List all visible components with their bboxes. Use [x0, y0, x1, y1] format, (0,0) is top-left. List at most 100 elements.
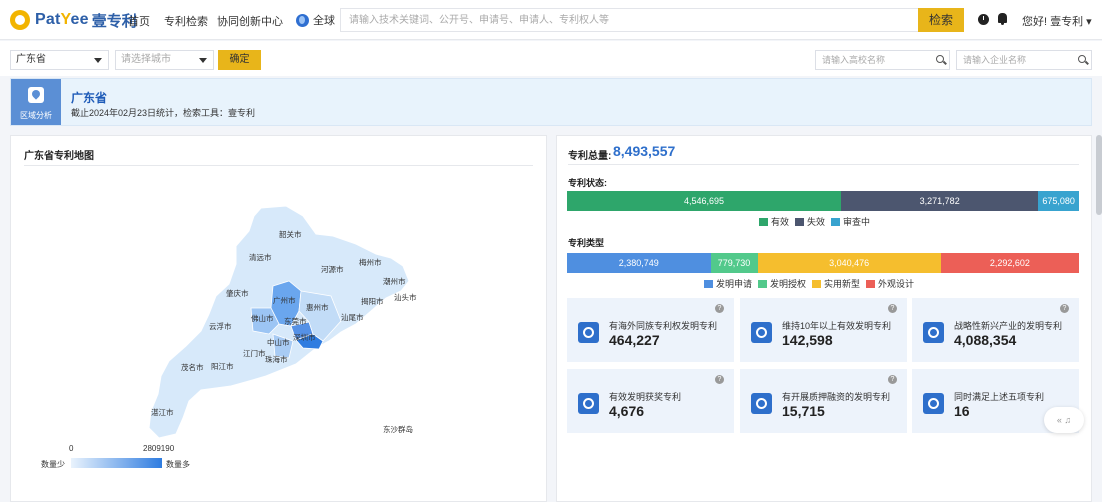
map-label-jieyang: 揭阳市: [361, 296, 384, 306]
page-scrollbar[interactable]: [1096, 135, 1102, 215]
legend-item[interactable]: 发明申请: [698, 277, 752, 290]
map-label-shaoguan: 韶关市: [279, 229, 302, 239]
user-menu[interactable]: 您好! 壹专利 ▾: [1022, 13, 1092, 29]
nav-innovation-center[interactable]: 协同创新中心: [217, 13, 283, 29]
guangdong-map[interactable]: 韶关市 清远市 河源市 梅州市 潮州市 肇庆市 广州市 惠州市 揭阳市 云浮市 …: [11, 136, 548, 502]
legend-label: 发明申请: [716, 279, 753, 289]
help-icon[interactable]: ?: [888, 375, 897, 384]
confirm-button[interactable]: 确定: [218, 50, 261, 70]
stat-value: 16: [954, 403, 970, 419]
legend-item[interactable]: 实用新型: [806, 277, 860, 290]
stat-card-pledge[interactable]: ? 有开展质押融资的发明专利 15,715: [740, 369, 907, 433]
legend-label: 审查中: [843, 217, 871, 227]
bar-segment-0[interactable]: 4,546,695: [567, 191, 842, 211]
province-select[interactable]: 广东省: [10, 50, 109, 70]
company-search-input[interactable]: 请输入企业名称: [956, 50, 1092, 70]
nav-home[interactable]: 首页: [128, 13, 150, 29]
bar-segment-3[interactable]: 2,292,602: [940, 253, 1079, 273]
stat-value: 4,676: [609, 403, 645, 419]
region-analysis-label: 区域分析: [20, 111, 52, 120]
legend-item[interactable]: 有效: [753, 215, 789, 228]
map-label-shantou: 汕头市: [394, 292, 417, 302]
legend-gradient-bar[interactable]: [71, 458, 162, 468]
map-label-maoming: 茂名市: [181, 362, 204, 372]
patyee-logo[interactable]: PatYee 壹专利: [10, 9, 137, 31]
city-select[interactable]: 请选择城市: [115, 50, 214, 70]
search-scope-selector[interactable]: 全球: [296, 12, 335, 28]
bar-segment-2[interactable]: 675,080: [1038, 191, 1079, 211]
legend-swatch: [866, 279, 876, 288]
stat-card-overseas[interactable]: ? 有海外同族专利权发明专利 464,227: [567, 298, 734, 362]
filter-bar: 广东省 请选择城市 确定 请输入高校名称 请输入企业名称: [0, 41, 1102, 76]
legend-item[interactable]: 外观设计: [860, 277, 914, 290]
map-label-huizhou: 惠州市: [306, 302, 329, 312]
map-label-zhaoqing: 肇庆市: [226, 288, 249, 298]
search-button[interactable]: 检索: [918, 8, 964, 32]
bell-icon[interactable]: [998, 13, 1007, 25]
map-label-guangzhou: 广州市: [273, 295, 296, 305]
map-label-zhongshan: 中山市: [267, 337, 290, 347]
legend-item[interactable]: 审查中: [825, 215, 870, 228]
help-icon[interactable]: ?: [715, 304, 724, 313]
legend-label: 发明授权: [770, 279, 807, 289]
bar-segment-1[interactable]: 3,271,782: [841, 191, 1039, 211]
stat-label: 同时满足上述五项专利: [954, 392, 1045, 402]
float-service-button[interactable]: « ♫: [1044, 407, 1084, 433]
bar-segment-0[interactable]: 2,380,749: [567, 253, 711, 273]
search-icon[interactable]: [1078, 55, 1086, 63]
university-search-input[interactable]: 请输入高校名称: [815, 50, 950, 70]
legend-swatch: [831, 217, 841, 226]
nav-patent-search[interactable]: 专利检索: [164, 13, 208, 29]
status-legend: 有效 失效 审查中: [753, 215, 870, 228]
legend-max-value: 2809190: [143, 444, 175, 453]
stat-label: 有开展质押融资的发明专利: [782, 392, 891, 402]
search-icon[interactable]: [936, 55, 944, 63]
status-label: 专利状态:: [568, 178, 607, 188]
map-label-heyuan: 河源市: [321, 264, 344, 274]
top-nav: PatYee 壹专利 首页 专利检索 协同创新中心 全球 检索 您好! 壹专利 …: [0, 0, 1102, 40]
type-stacked-bar: 2,380,749 779,730 3,040,476 2,292,602: [567, 253, 1079, 273]
province-value: 广东省: [16, 54, 46, 65]
stat-label: 战略性新兴产业的发明专利: [954, 321, 1063, 331]
legend-label: 有效: [771, 217, 790, 227]
stat-label: 维持10年以上有效发明专利: [782, 321, 892, 331]
company-placeholder: 请输入企业名称: [963, 55, 1027, 65]
map-label-foshan: 佛山市: [251, 313, 274, 323]
map-label-shanwei: 汕尾市: [341, 312, 364, 322]
total-label: 专利总量:: [568, 151, 612, 162]
city-placeholder: 请选择城市: [121, 54, 171, 65]
legend-swatch: [795, 217, 805, 226]
stat-card-strategic[interactable]: ? 战略性新兴产业的发明专利 4,088,354: [912, 298, 1079, 362]
globe-icon: [578, 322, 599, 343]
bar-segment-2[interactable]: 3,040,476: [757, 253, 941, 273]
legend-item[interactable]: 失效: [789, 215, 825, 228]
stat-card-10years[interactable]: ? 维持10年以上有效发明专利 142,598: [740, 298, 907, 362]
map-label-meizhou: 梅州市: [359, 257, 382, 267]
main-search-input[interactable]: [340, 8, 918, 32]
help-icon[interactable]: ?: [715, 375, 724, 384]
divider: [568, 164, 1079, 165]
logo-wordmark: PatYee: [35, 11, 89, 28]
map-label-zhanjiang: 湛江市: [151, 407, 174, 417]
stat-value: 15,715: [782, 403, 825, 419]
map-label-yunfu: 云浮市: [209, 321, 232, 331]
help-icon[interactable]: ?: [888, 304, 897, 313]
stat-value: 142,598: [782, 332, 833, 348]
stat-card-awards[interactable]: ? 有效发明获奖专利 4,676: [567, 369, 734, 433]
status-stacked-bar: 4,546,695 3,271,782 675,080: [567, 191, 1079, 211]
target-icon: [751, 322, 772, 343]
map-label-dongguan: 东莞市: [284, 316, 307, 326]
medal-icon: [578, 393, 599, 414]
map-label-chaozhou: 潮州市: [383, 276, 406, 286]
map-label-shenzhen: 深圳市: [293, 332, 316, 342]
patent-map-panel: 广东省专利地图 韶关市 清远市 河源市 梅州市 潮州市 肇庆市 广州市 惠州市 …: [10, 135, 547, 502]
stat-label: 有效发明获奖专利: [609, 392, 682, 402]
chevron-down-icon: [94, 58, 102, 63]
map-label-yangjiang: 阳江市: [211, 361, 234, 371]
region-analysis-tag: 区域分析: [11, 79, 61, 125]
search-scope-label: 全球: [313, 15, 335, 27]
legend-item[interactable]: 发明授权: [752, 277, 806, 290]
clock-icon[interactable]: [978, 14, 989, 25]
help-icon[interactable]: ?: [1060, 304, 1069, 313]
bar-segment-1[interactable]: 779,730: [710, 253, 758, 273]
